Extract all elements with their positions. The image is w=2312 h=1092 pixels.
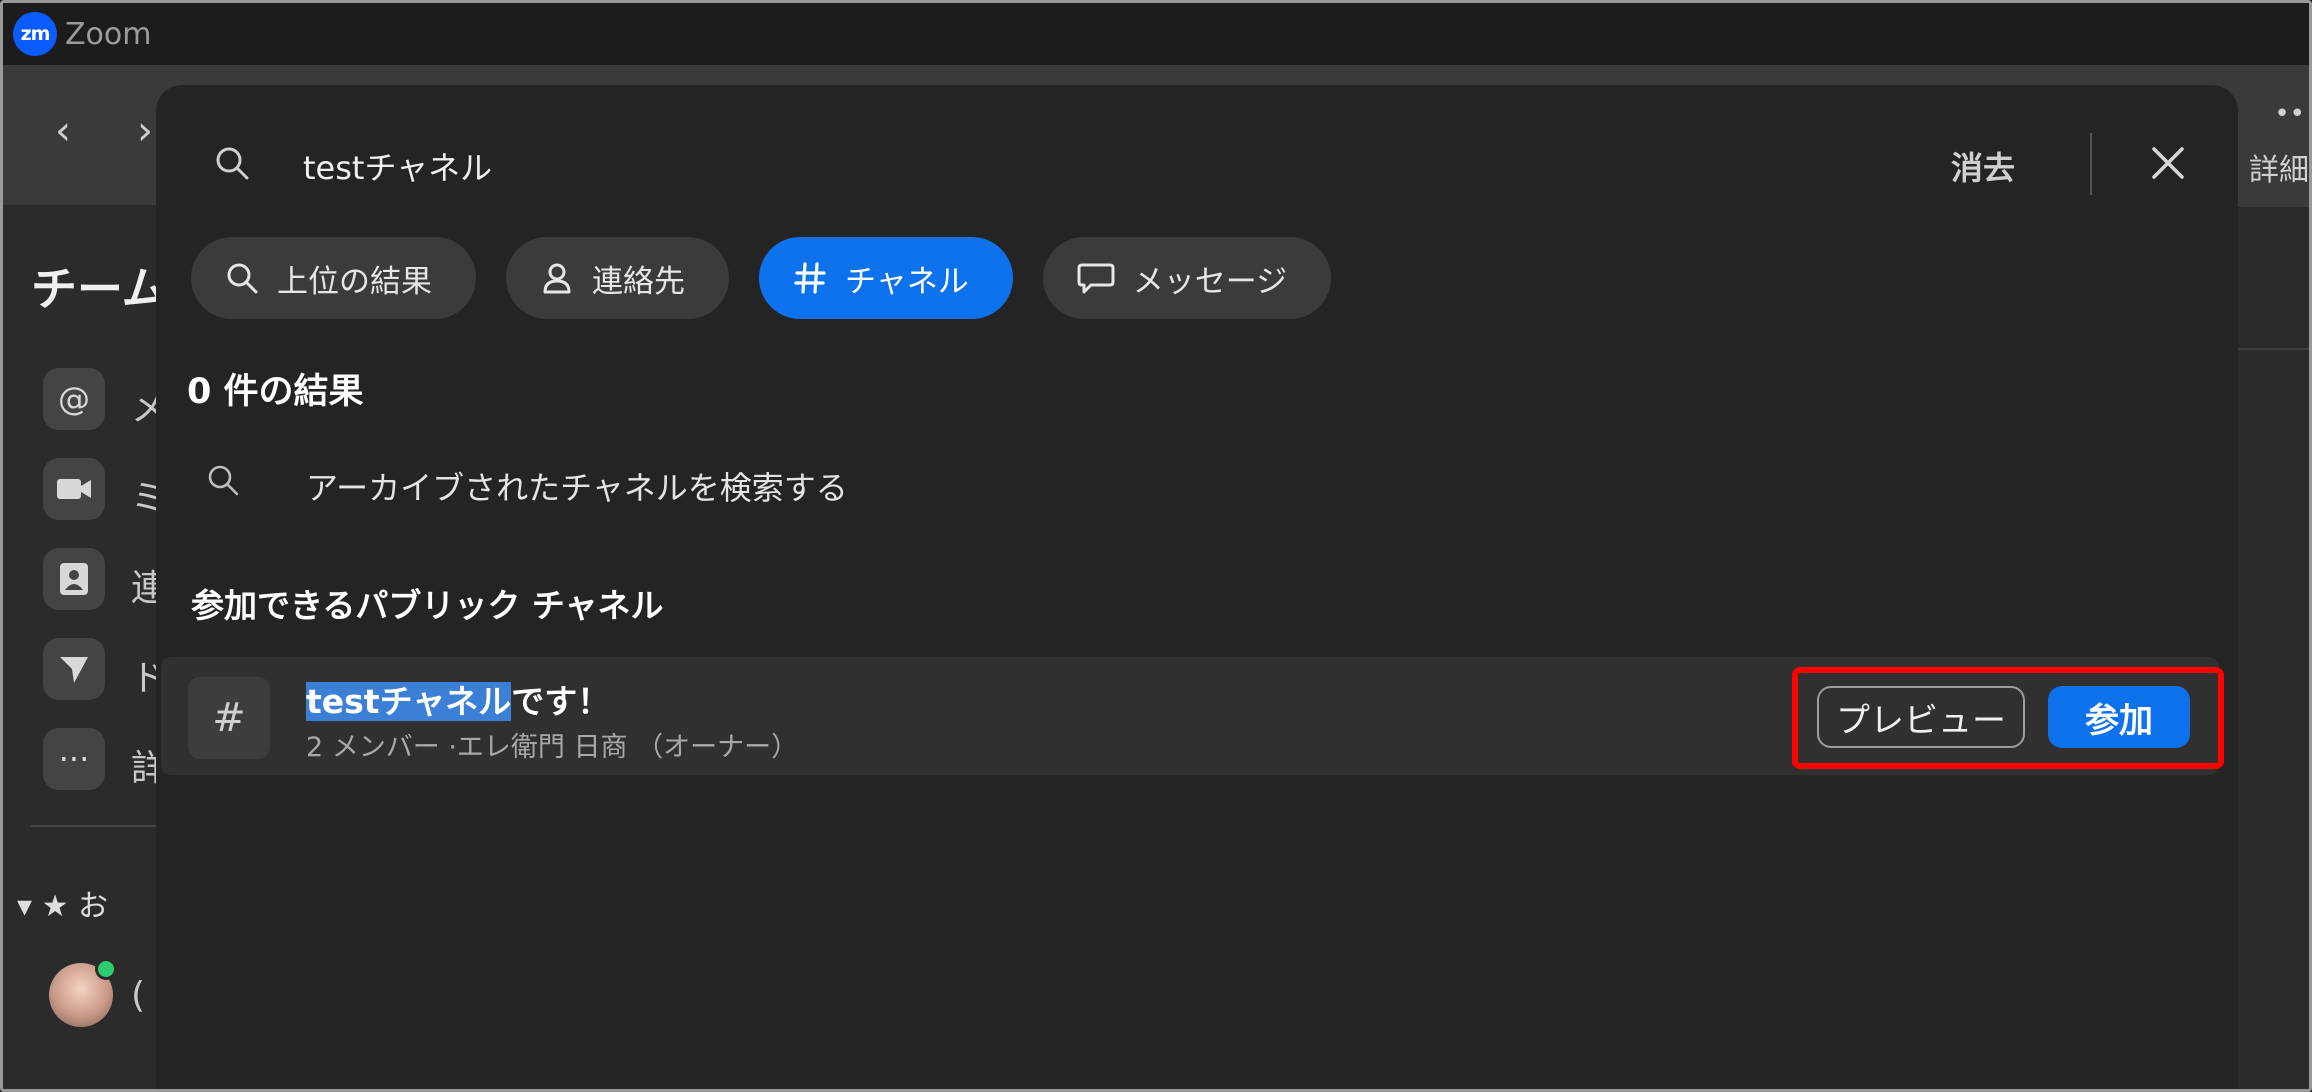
sidebar-divider — [31, 825, 161, 827]
more-icon[interactable]: •• — [2274, 99, 2305, 129]
tab-channels[interactable]: チャネル — [759, 237, 1013, 319]
mention-icon[interactable]: @ — [43, 368, 105, 430]
channel-name: testチャネルです！ — [306, 675, 610, 723]
title-bar: zm Zoom — [3, 3, 2309, 65]
back-arrow-icon[interactable]: ‹ — [55, 108, 71, 154]
app-window: zm Zoom ‹ › •• 詳細 チーム @ メ ミ 連 ド ··· 詳 ▾ … — [0, 0, 2312, 1092]
filter-tabs: 上位の結果 連絡先 チャネル メッセージ — [191, 237, 1332, 319]
tab-messages[interactable]: メッセージ — [1042, 237, 1332, 319]
tab-label: メッセージ — [1132, 263, 1288, 300]
channel-meta: 2 メンバー ·エレ衛門 日商 （オーナー） — [306, 732, 799, 763]
channel-name-highlight: testチャネル — [306, 682, 512, 721]
join-button[interactable]: 参加 — [2048, 686, 2190, 748]
search-bar: testチャネル 消去 — [156, 85, 2238, 245]
clear-button[interactable]: 消去 — [1951, 143, 2015, 189]
zoom-logo: zm — [13, 12, 57, 56]
app-title: Zoom — [65, 16, 152, 52]
chat-bubble-icon — [1077, 263, 1115, 294]
contact-label: ( — [131, 975, 146, 1016]
search-modal: testチャネル 消去 上位の結果 連絡先 チャネル メッセージ 0 件の結果 … — [156, 85, 2238, 1089]
result-count: 0 件の結果 — [187, 372, 364, 412]
details-label: 詳細 — [2249, 153, 2309, 188]
search-icon — [227, 263, 258, 294]
more-dots-icon[interactable]: ··· — [43, 728, 105, 790]
search-icon — [208, 465, 239, 496]
tab-top-results[interactable]: 上位の結果 — [191, 237, 476, 319]
right-divider — [2235, 348, 2309, 350]
channel-name-rest: です！ — [511, 682, 611, 721]
favorites-row[interactable]: ▾ ★ お — [17, 881, 108, 925]
person-icon — [543, 263, 571, 294]
online-status-icon — [95, 958, 117, 980]
forward-arrow-icon[interactable]: › — [137, 108, 153, 154]
team-chat-title: チーム — [31, 262, 168, 316]
archive-search-row[interactable] — [206, 463, 240, 497]
tab-contacts[interactable]: 連絡先 — [506, 237, 729, 319]
search-icon — [216, 147, 249, 180]
favorites-label: お — [78, 889, 109, 924]
header-divider — [2090, 133, 2092, 195]
hash-icon — [794, 262, 826, 294]
tab-label: 上位の結果 — [277, 263, 432, 300]
send-icon[interactable] — [43, 638, 105, 700]
contacts-icon[interactable] — [43, 548, 105, 610]
right-panel — [2235, 205, 2309, 1089]
tab-label: チャネル — [845, 263, 969, 300]
section-heading: 参加できるパブリック チャネル — [191, 586, 664, 625]
close-icon[interactable] — [2146, 141, 2190, 185]
search-input[interactable]: testチャネル — [303, 143, 492, 189]
channel-hash-icon: # — [188, 677, 270, 759]
preview-button[interactable]: プレビュー — [1817, 686, 2025, 748]
archive-search-link[interactable]: アーカイブされたチャネルを検索する — [306, 463, 848, 509]
video-icon[interactable] — [43, 458, 105, 520]
tab-label: 連絡先 — [592, 263, 685, 300]
